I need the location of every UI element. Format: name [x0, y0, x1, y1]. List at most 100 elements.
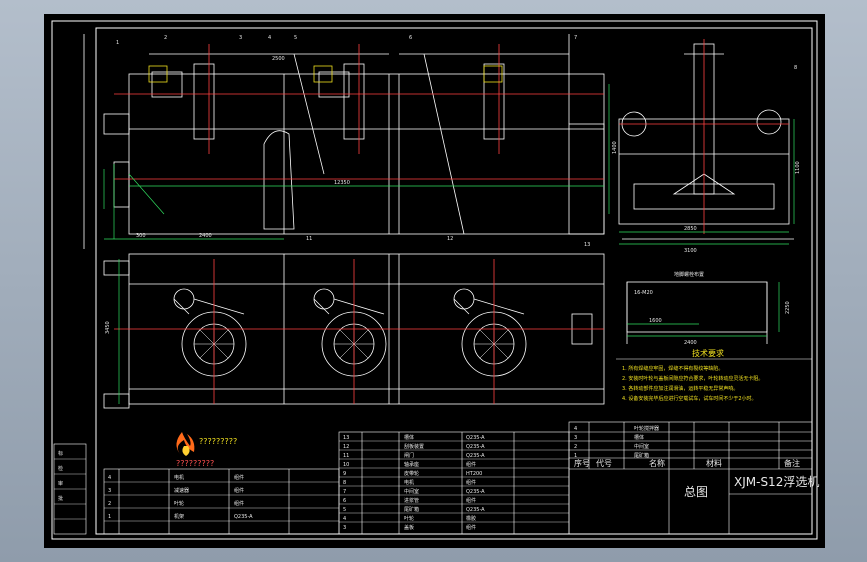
parts-mid-material: Q235-A: [466, 489, 485, 495]
col-header-name: 名称: [649, 458, 665, 468]
front-view-dimensions: [103, 164, 604, 240]
cad-drawing: 1 2 3 4 5 6 7 8 11 12 13 2500 12350 300 …: [51, 20, 819, 540]
parts-mid-no: 9: [343, 471, 346, 477]
parts-table-left: 4 电机 组件 3 减速器 组件 2 叶轮 组件 1 机架 Q235-A: [108, 474, 253, 520]
stamp-cell: 审: [58, 480, 63, 487]
parts-mid-material: 组件: [466, 524, 476, 531]
part-label-2: 2: [164, 35, 167, 41]
parts-left-material: 组件: [234, 500, 244, 507]
part-label-11: 11: [306, 236, 312, 242]
part-label-6: 6: [409, 35, 412, 41]
parts-mid-name: 轴承座: [404, 461, 419, 468]
foundation-dim-height: 2250: [785, 301, 791, 314]
title-row-no: 2: [574, 444, 577, 450]
parts-mid-name: 刮板装置: [404, 443, 424, 450]
parts-mid-name: 叶轮: [404, 515, 414, 522]
machine-name: XJM-S12浮选机: [734, 475, 819, 489]
title-row-no: 4: [574, 426, 577, 432]
title-row-name: 尾矿箱: [634, 452, 649, 459]
part-label-5: 5: [294, 35, 297, 41]
tech-requirement-2: 2. 安装时叶轮与盖板间隙应符合要求，叶轮转动应灵活无卡阻。: [622, 375, 763, 382]
foundation-title: 地脚螺栓布置: [674, 271, 704, 278]
title-row-name: 槽体: [634, 434, 644, 441]
left-stamp: 标 检 审 批: [58, 450, 63, 502]
parts-mid-no: 11: [343, 453, 349, 459]
parts-mid-no: 6: [343, 498, 346, 504]
logo-text: ?????????: [199, 437, 237, 446]
tech-requirement-1: 1. 所有焊缝应牢固，焊缝不得有裂纹等缺陷。: [622, 365, 723, 372]
parts-table-mid: 13 槽体 Q235-A 12 刮板装置 Q235-A 11 闸门 Q235-A…: [343, 434, 485, 531]
parts-mid-name: 皮带轮: [404, 470, 419, 477]
parts-mid-name: 槽体: [404, 434, 414, 441]
foundation-bolt-spec: 16-M20: [634, 290, 653, 296]
parts-mid-material: 组件: [466, 497, 476, 504]
parts-mid-material: 组件: [466, 461, 476, 468]
parts-mid-material: Q235-A: [466, 435, 485, 441]
parts-mid-material: 组件: [466, 479, 476, 486]
dim-bottom-1: 300: [136, 233, 146, 239]
dim-side-left: 1400: [612, 141, 618, 154]
part-label-3: 3: [239, 35, 242, 41]
parts-left-name: 电机: [174, 474, 184, 481]
logo-caption: ?????????: [176, 459, 214, 468]
dim-bottom-2: 2400: [199, 233, 212, 239]
foundation-dim-b: 1600: [649, 318, 662, 324]
stamp-cell: 批: [58, 495, 63, 502]
parts-mid-material: Q235-A: [466, 507, 485, 513]
parts-left-material: Q235-A: [234, 514, 253, 520]
foundation-dim-a: 2400: [684, 340, 697, 346]
part-label-1: 1: [116, 40, 119, 46]
parts-mid-name: 电机: [404, 479, 414, 486]
parts-left-name: 机架: [174, 513, 184, 520]
dim-side-right: 1100: [795, 161, 801, 174]
title-row-name: 中间室: [634, 443, 649, 450]
drawing-sheet[interactable]: 1 2 3 4 5 6 7 8 11 12 13 2500 12350 300 …: [44, 14, 825, 548]
stamp-cell: 检: [58, 465, 63, 472]
parts-mid-material: Q235-A: [466, 444, 485, 450]
table-row-lines: [54, 440, 569, 523]
parts-left-material: 组件: [234, 474, 244, 481]
stamp-cell: 标: [58, 450, 63, 457]
logo-flame-icon: [176, 432, 195, 456]
col-header-no: 序号: [574, 458, 590, 468]
parts-left-no: 1: [108, 514, 111, 520]
side-view-centerlines: [619, 39, 789, 234]
parts-mid-no: 3: [343, 525, 346, 531]
part-label-8: 8: [794, 65, 797, 71]
parts-mid-no: 4: [343, 516, 346, 522]
part-label-4: 4: [268, 35, 271, 41]
plan-view-centerlines: [114, 259, 604, 404]
dim-left-height: 3450: [105, 321, 111, 334]
parts-mid-name: 尾矿箱: [404, 506, 419, 513]
col-header-material: 材料: [706, 458, 722, 468]
parts-left-name: 叶轮: [174, 500, 184, 507]
dim-top: 2500: [272, 56, 285, 62]
side-view-dimensions: [608, 84, 795, 245]
parts-mid-no: 10: [343, 462, 349, 468]
part-label-12: 12: [447, 236, 453, 242]
front-view-centerlines: [114, 44, 604, 180]
tech-requirements-title: 技术要求: [692, 348, 724, 358]
parts-mid-name: 盖板: [404, 524, 414, 531]
col-header-remark: 备注: [784, 458, 800, 468]
tech-requirement-3: 3. 各转动部件应加注润滑油，运转平稳无异常声响。: [622, 385, 738, 392]
parts-mid-no: 8: [343, 480, 346, 486]
parts-mid-no: 5: [343, 507, 346, 513]
parts-left-no: 3: [108, 488, 111, 494]
dim-side-inner: 2850: [684, 226, 697, 232]
parts-left-name: 减速器: [174, 487, 189, 494]
parts-mid-name: 闸门: [404, 452, 414, 459]
title-blocks: [53, 421, 813, 535]
col-header-code: 代号: [596, 458, 612, 468]
part-label-7: 7: [574, 35, 577, 41]
parts-mid-no: 13: [343, 435, 349, 441]
dim-side-outer: 3100: [684, 248, 697, 254]
parts-mid-material: HT200: [466, 471, 482, 477]
part-label-13: 13: [584, 242, 590, 248]
parts-mid-name: 进浆管: [404, 497, 419, 504]
title-row-no: 1: [574, 453, 577, 459]
parts-mid-material: 橡胶: [466, 515, 476, 522]
side-view: [618, 43, 794, 240]
dim-overall-length: 12350: [334, 180, 350, 186]
parts-mid-name: 中间室: [404, 488, 419, 495]
